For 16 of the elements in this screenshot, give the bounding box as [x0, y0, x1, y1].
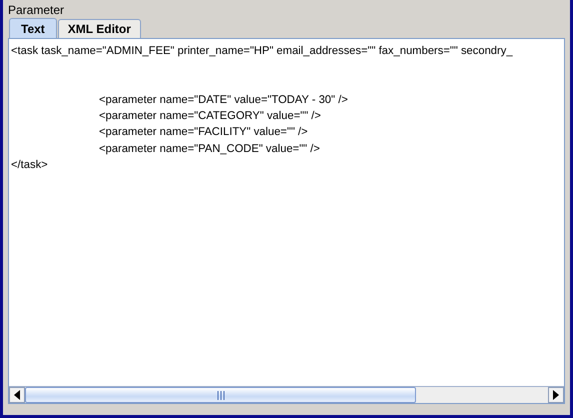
code-line: <task task_name="ADMIN_FEE" printer_name="HP" email_addresses="" fax_numbers="" secondry_ [11, 45, 513, 57]
scroll-right-button[interactable] [548, 387, 564, 403]
tab[interactable]: XML Editor [58, 19, 141, 38]
code-line: <parameter name="DATE" value="TODAY - 30" /> [99, 94, 348, 106]
grip-icon [216, 390, 224, 400]
right-arrow-icon [553, 390, 559, 400]
scroll-thumb[interactable] [25, 387, 416, 403]
code-line: <parameter name="PAN_CODE" value="" /> [99, 142, 320, 155]
code-line: <parameter name="CATEGORY" value="" /> [99, 110, 321, 122]
tab[interactable]: Text [9, 18, 57, 38]
left-arrow-icon [14, 390, 20, 400]
code-line: </task> [11, 159, 48, 172]
panel-title: Parameter [8, 2, 64, 17]
scroll-left-button[interactable] [9, 387, 25, 403]
code-line: <parameter name="FACILITY" value="" /> [99, 126, 308, 138]
horizontal-scrollbar[interactable] [9, 386, 564, 403]
